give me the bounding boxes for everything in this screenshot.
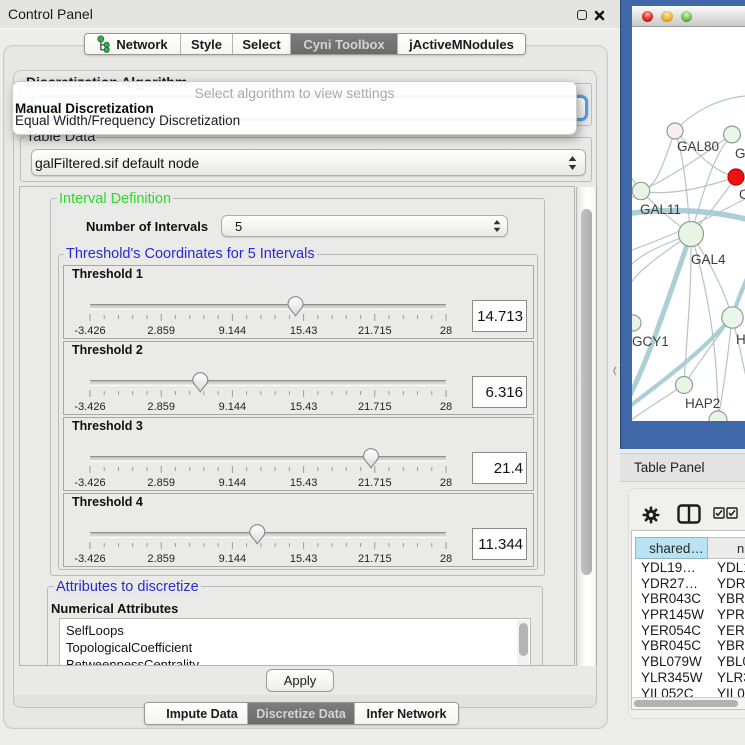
svg-text:GAL80: GAL80 [677, 139, 719, 154]
svg-text:GAL11: GAL11 [640, 202, 681, 217]
svg-text:HAP2: HAP2 [685, 396, 720, 411]
svg-text:H: H [736, 332, 745, 347]
svg-text:C: C [739, 187, 745, 202]
svg-text:GCY1: GCY1 [632, 334, 669, 349]
svg-text:GA: GA [735, 146, 745, 161]
svg-text:GAL4: GAL4 [691, 252, 726, 267]
